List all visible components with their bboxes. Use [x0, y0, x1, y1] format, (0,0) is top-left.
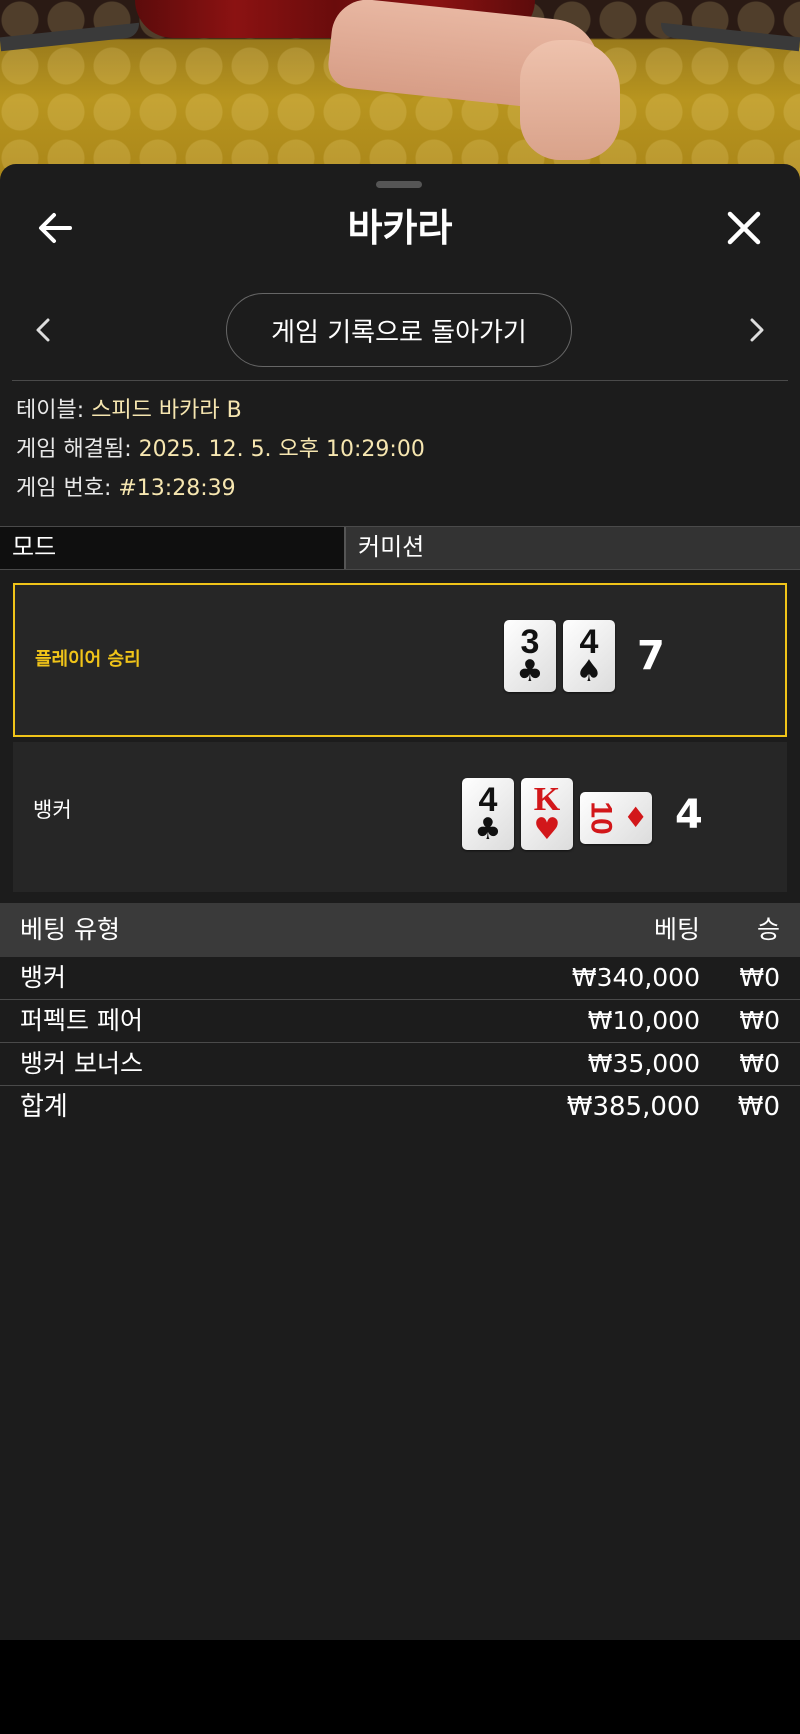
sheet-grabber[interactable]	[376, 181, 422, 188]
back-to-history-button[interactable]: 게임 기록으로 돌아가기	[226, 293, 572, 367]
page-title: 바카라	[347, 206, 453, 250]
total-row: 합계 ₩385,000 ₩0	[0, 1086, 800, 1128]
game-detail-sheet: 바카라 게임 기록으로 돌아가기 테이블: 스피드 바카라 B 게임 해결됨: …	[0, 164, 800, 1640]
win-amount: ₩0	[739, 1049, 780, 1078]
game-number-info: 게임 번호: #13:28:39	[16, 474, 236, 504]
chevron-left-icon	[36, 318, 50, 342]
game-number-value: #13:28:39	[118, 476, 236, 501]
bet-type-header: 베팅 유형	[20, 915, 120, 944]
close-icon	[727, 211, 761, 245]
club-icon: ♣	[516, 654, 544, 689]
bet-amount-header: 베팅	[653, 915, 700, 944]
club-icon: ♣	[474, 812, 502, 847]
total-label: 합계	[20, 1092, 68, 1122]
player-win-label: 플레이어 승리	[35, 649, 141, 670]
win-amount: ₩0	[739, 963, 780, 992]
settled-info: 게임 해결됨: 2025. 12. 5. 오후 10:29:00	[16, 435, 425, 465]
bet-type: 뱅커 보너스	[20, 1049, 143, 1078]
banker-card-1: 4 ♣	[462, 778, 514, 850]
card-rank: 10	[584, 801, 618, 835]
table-rail-left	[0, 22, 141, 52]
bet-type: 뱅커	[20, 963, 67, 992]
table-rail-right	[659, 22, 800, 52]
bet-table-header: 베팅 유형 베팅 승	[0, 903, 800, 957]
player-card-2: 4 ♠	[563, 620, 615, 692]
next-game-button[interactable]	[742, 312, 772, 348]
table-value: 스피드 바카라 B	[91, 398, 242, 423]
mode-commission-bar: 모드 커미션	[0, 526, 800, 570]
bet-amount: ₩10,000	[587, 1006, 700, 1035]
banker-label: 뱅커	[33, 798, 72, 822]
table-label: 테이블:	[16, 398, 85, 423]
dealer-hand	[520, 40, 620, 160]
divider	[12, 380, 788, 381]
close-button[interactable]	[722, 206, 766, 250]
prev-game-button[interactable]	[28, 312, 58, 348]
table-row: 뱅커 보너스 ₩35,000 ₩0	[0, 1043, 800, 1086]
banker-card-3: 10 ♦	[580, 792, 652, 844]
diamond-icon: ♦	[623, 801, 649, 834]
player-score: 7	[637, 633, 665, 679]
win-header: 승	[756, 915, 780, 944]
total-bet: ₩385,000	[566, 1092, 700, 1122]
bet-amount: ₩340,000	[571, 963, 700, 992]
tab-commission[interactable]: 커미션	[346, 527, 800, 569]
settled-label: 게임 해결됨:	[16, 437, 132, 462]
total-win: ₩0	[737, 1092, 780, 1122]
game-number-label: 게임 번호:	[16, 476, 112, 501]
live-video-feed	[0, 0, 800, 190]
table-row: 퍼펙트 페어 ₩10,000 ₩0	[0, 1000, 800, 1043]
heart-icon: ♥	[533, 812, 561, 847]
tab-mode[interactable]: 모드	[0, 527, 346, 569]
chevron-right-icon	[750, 318, 764, 342]
banker-card-2: K ♥	[521, 778, 573, 850]
banker-score: 4	[675, 792, 703, 838]
banker-result: 뱅커 4 ♣ K ♥ 10 ♦ 4	[13, 742, 787, 892]
table-info: 테이블: 스피드 바카라 B	[16, 396, 242, 426]
settled-value: 2025. 12. 5. 오후 10:29:00	[138, 437, 425, 462]
player-card-1: 3 ♣	[504, 620, 556, 692]
win-amount: ₩0	[739, 1006, 780, 1035]
bet-amount: ₩35,000	[587, 1049, 700, 1078]
bet-type: 퍼펙트 페어	[20, 1006, 143, 1035]
spade-icon: ♠	[575, 654, 603, 689]
table-row: 뱅커 ₩340,000 ₩0	[0, 957, 800, 1000]
player-result: 플레이어 승리 3 ♣ 4 ♠ 7	[13, 583, 787, 737]
